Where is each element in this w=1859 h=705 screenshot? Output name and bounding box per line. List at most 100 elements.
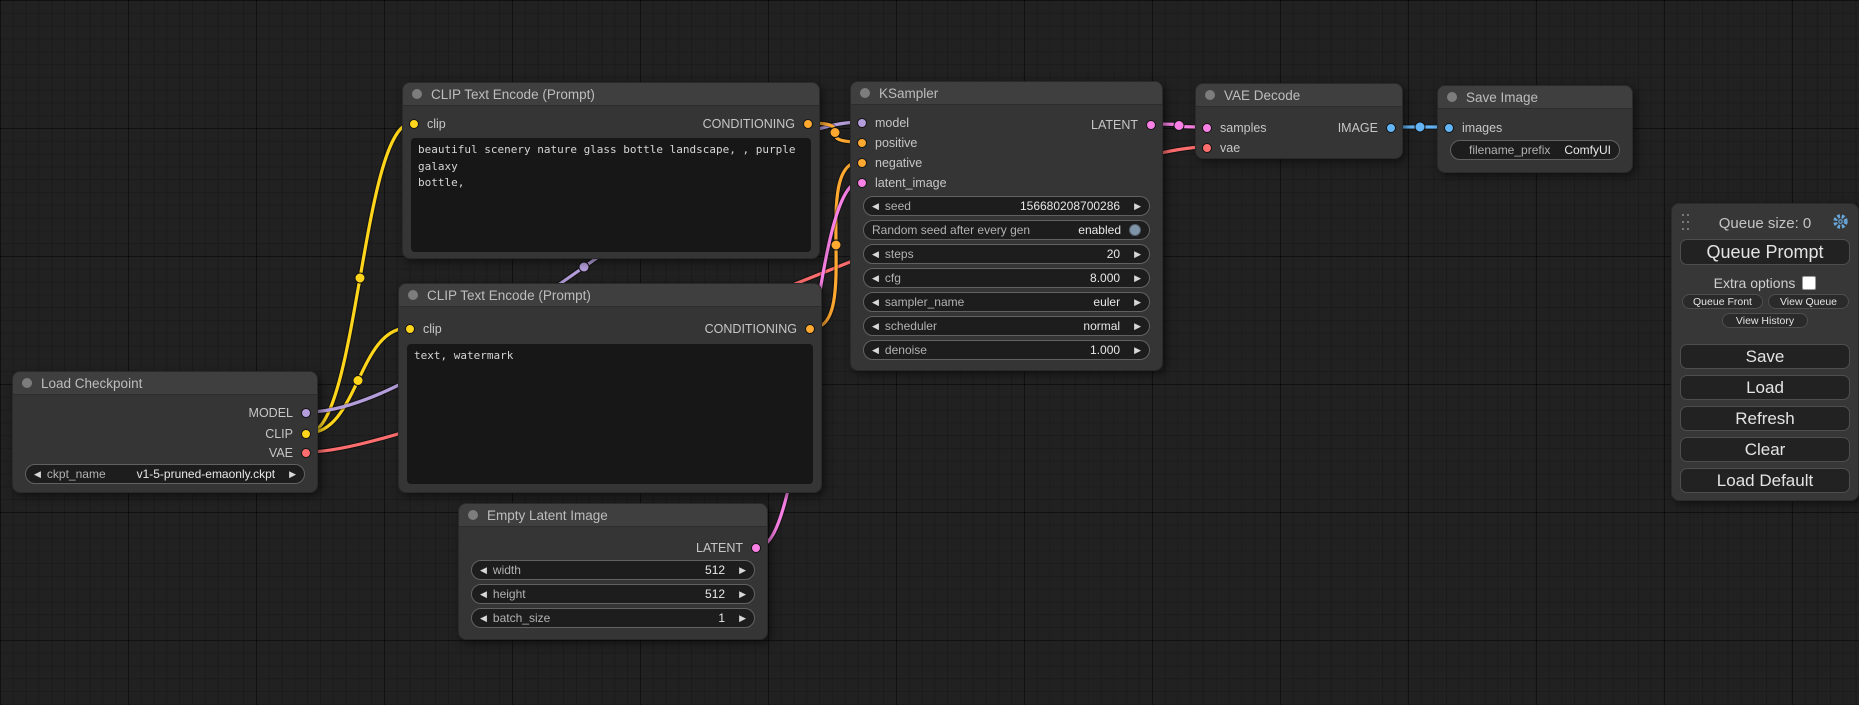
clip-input-slot-dot[interactable] [409, 119, 419, 129]
increment-arrow-icon[interactable]: ▶ [1134, 250, 1141, 259]
conditioning-output-slot-dot[interactable] [805, 324, 815, 334]
increment-arrow-icon[interactable]: ▶ [1134, 298, 1141, 307]
queue-prompt-button[interactable]: Queue Prompt [1680, 239, 1850, 265]
latent-input-slot-dot[interactable] [1202, 123, 1212, 133]
link-midpoint-dot[interactable] [1415, 122, 1425, 132]
clip-text-encode-positive-header[interactable]: CLIP Text Encode (Prompt) [403, 83, 819, 106]
load-button[interactable]: Load [1680, 375, 1850, 400]
collapse-dot-icon[interactable] [22, 378, 32, 388]
save-button[interactable]: Save [1680, 344, 1850, 369]
decrement-arrow-icon[interactable]: ◀ [872, 322, 879, 331]
link-midpoint-dot[interactable] [1174, 121, 1184, 131]
decrement-arrow-icon[interactable]: ◀ [480, 590, 487, 599]
clip-text-encode-negative-header[interactable]: CLIP Text Encode (Prompt) [399, 284, 821, 307]
clip-text-encode-negative-node[interactable]: CLIP Text Encode (Prompt)clipCONDITIONIN… [398, 283, 822, 493]
increment-arrow-icon[interactable]: ▶ [289, 470, 296, 479]
model-output-slot-dot[interactable] [301, 408, 311, 418]
save-image-node[interactable]: Save Imageimagesfilename_prefixComfyUI [1437, 85, 1633, 173]
load-checkpoint-widget-ckpt_name[interactable]: ◀ckpt_namev1-5-pruned-emaonly.ckpt▶ [25, 464, 305, 484]
conditioning-input-slot-dot[interactable] [857, 158, 867, 168]
ksampler-widget-sampler_name[interactable]: ◀sampler_nameeuler▶ [863, 292, 1150, 312]
increment-arrow-icon[interactable]: ▶ [1134, 322, 1141, 331]
empty-latent-image-widget-batch_size[interactable]: ◀batch_size1▶ [471, 608, 755, 628]
vae-decode-input-samples: samples [1202, 119, 1267, 137]
clip-text-encode-positive-node[interactable]: CLIP Text Encode (Prompt)clipCONDITIONIN… [402, 82, 820, 259]
slot-label: CONDITIONING [703, 117, 795, 131]
load-checkpoint-header[interactable]: Load Checkpoint [13, 372, 317, 395]
increment-arrow-icon[interactable]: ▶ [739, 614, 746, 623]
empty-latent-image-node[interactable]: Empty Latent ImageLATENT◀width512▶◀heigh… [458, 503, 768, 640]
vae-output-slot-dot[interactable] [301, 448, 311, 458]
decrement-arrow-icon[interactable]: ◀ [872, 250, 879, 259]
decrement-arrow-icon[interactable]: ◀ [480, 614, 487, 623]
graph-canvas[interactable]: Queue size: 0 Queue Prompt Extra options… [0, 0, 1859, 705]
increment-arrow-icon[interactable]: ▶ [739, 566, 746, 575]
decrement-arrow-icon[interactable]: ◀ [872, 274, 879, 283]
empty-latent-image-widget-width[interactable]: ◀width512▶ [471, 560, 755, 580]
empty-latent-image-widget-height[interactable]: ◀height512▶ [471, 584, 755, 604]
save-image-widget-filename_prefix[interactable]: filename_prefixComfyUI [1450, 140, 1620, 160]
clip-input-slot-dot[interactable] [405, 324, 415, 334]
conditioning-output-slot-dot[interactable] [803, 119, 813, 129]
vae-decode-node[interactable]: VAE DecodesamplesvaeIMAGE [1195, 83, 1403, 159]
widget-value: 512 [705, 587, 725, 601]
view-queue-button[interactable]: View Queue [1768, 294, 1849, 309]
increment-arrow-icon[interactable]: ▶ [1134, 274, 1141, 283]
model-input-slot-dot[interactable] [857, 118, 867, 128]
decrement-arrow-icon[interactable]: ◀ [34, 470, 41, 479]
clip-output-slot-dot[interactable] [301, 429, 311, 439]
refresh-button[interactable]: Refresh [1680, 406, 1850, 431]
ksampler-widget-random-seed-after-every-gen[interactable]: Random seed after every genenabled [863, 220, 1150, 240]
ksampler-node[interactable]: KSamplermodelpositivenegativelatent_imag… [850, 81, 1163, 371]
increment-arrow-icon[interactable]: ▶ [739, 590, 746, 599]
latent-output-slot-dot[interactable] [1146, 120, 1156, 130]
clear-button[interactable]: Clear [1680, 437, 1850, 462]
vae-input-slot-dot[interactable] [1202, 143, 1212, 153]
queue-front-button[interactable]: Queue Front [1682, 294, 1763, 309]
ksampler-header[interactable]: KSampler [851, 82, 1162, 105]
decrement-arrow-icon[interactable]: ◀ [872, 346, 879, 355]
collapse-dot-icon[interactable] [468, 510, 478, 520]
collapse-dot-icon[interactable] [1447, 92, 1457, 102]
ksampler-widget-scheduler[interactable]: ◀schedulernormal▶ [863, 316, 1150, 336]
link-midpoint-dot[interactable] [830, 128, 840, 138]
decrement-arrow-icon[interactable]: ◀ [872, 202, 879, 211]
image-output-slot-dot[interactable] [1386, 123, 1396, 133]
save-image-header[interactable]: Save Image [1438, 86, 1632, 109]
ksampler-widget-denoise[interactable]: ◀denoise1.000▶ [863, 340, 1150, 360]
widget-label: ckpt_name [47, 467, 106, 481]
link-midpoint-dot[interactable] [355, 273, 365, 283]
conditioning-input-slot-dot[interactable] [857, 138, 867, 148]
collapse-dot-icon[interactable] [408, 290, 418, 300]
ksampler-widget-seed[interactable]: ◀seed156680208700286▶ [863, 196, 1150, 216]
ksampler-widget-steps[interactable]: ◀steps20▶ [863, 244, 1150, 264]
link-midpoint-dot[interactable] [831, 240, 841, 250]
latent-output-slot-dot[interactable] [751, 543, 761, 553]
clip-text-encode-positive-prompt-textarea[interactable]: beautiful scenery nature glass bottle la… [411, 138, 811, 252]
settings-gear-icon[interactable] [1832, 213, 1849, 230]
extra-options-checkbox[interactable] [1802, 276, 1816, 290]
image-input-slot-dot[interactable] [1444, 123, 1454, 133]
view-history-button[interactable]: View History [1722, 313, 1808, 328]
ksampler-widget-cfg[interactable]: ◀cfg8.000▶ [863, 268, 1150, 288]
slot-label: LATENT [696, 541, 743, 555]
toggle-knob-icon[interactable] [1129, 224, 1141, 236]
latent-input-slot-dot[interactable] [857, 178, 867, 188]
decrement-arrow-icon[interactable]: ◀ [480, 566, 487, 575]
increment-arrow-icon[interactable]: ▶ [1134, 346, 1141, 355]
slot-label: IMAGE [1338, 121, 1378, 135]
link-midpoint-dot[interactable] [579, 262, 589, 272]
collapse-dot-icon[interactable] [412, 89, 422, 99]
link-midpoint-dot[interactable] [353, 376, 363, 386]
increment-arrow-icon[interactable]: ▶ [1134, 202, 1141, 211]
load-default-button[interactable]: Load Default [1680, 468, 1850, 493]
clip-text-encode-negative-prompt-textarea[interactable]: text, watermark [407, 344, 813, 484]
node-title: Load Checkpoint [41, 376, 142, 391]
vae-decode-header[interactable]: VAE Decode [1196, 84, 1402, 107]
empty-latent-image-header[interactable]: Empty Latent Image [459, 504, 767, 527]
slot-label: model [875, 116, 909, 130]
decrement-arrow-icon[interactable]: ◀ [872, 298, 879, 307]
load-checkpoint-node[interactable]: Load CheckpointMODELCLIPVAE◀ckpt_namev1-… [12, 371, 318, 493]
collapse-dot-icon[interactable] [860, 88, 870, 98]
collapse-dot-icon[interactable] [1205, 90, 1215, 100]
